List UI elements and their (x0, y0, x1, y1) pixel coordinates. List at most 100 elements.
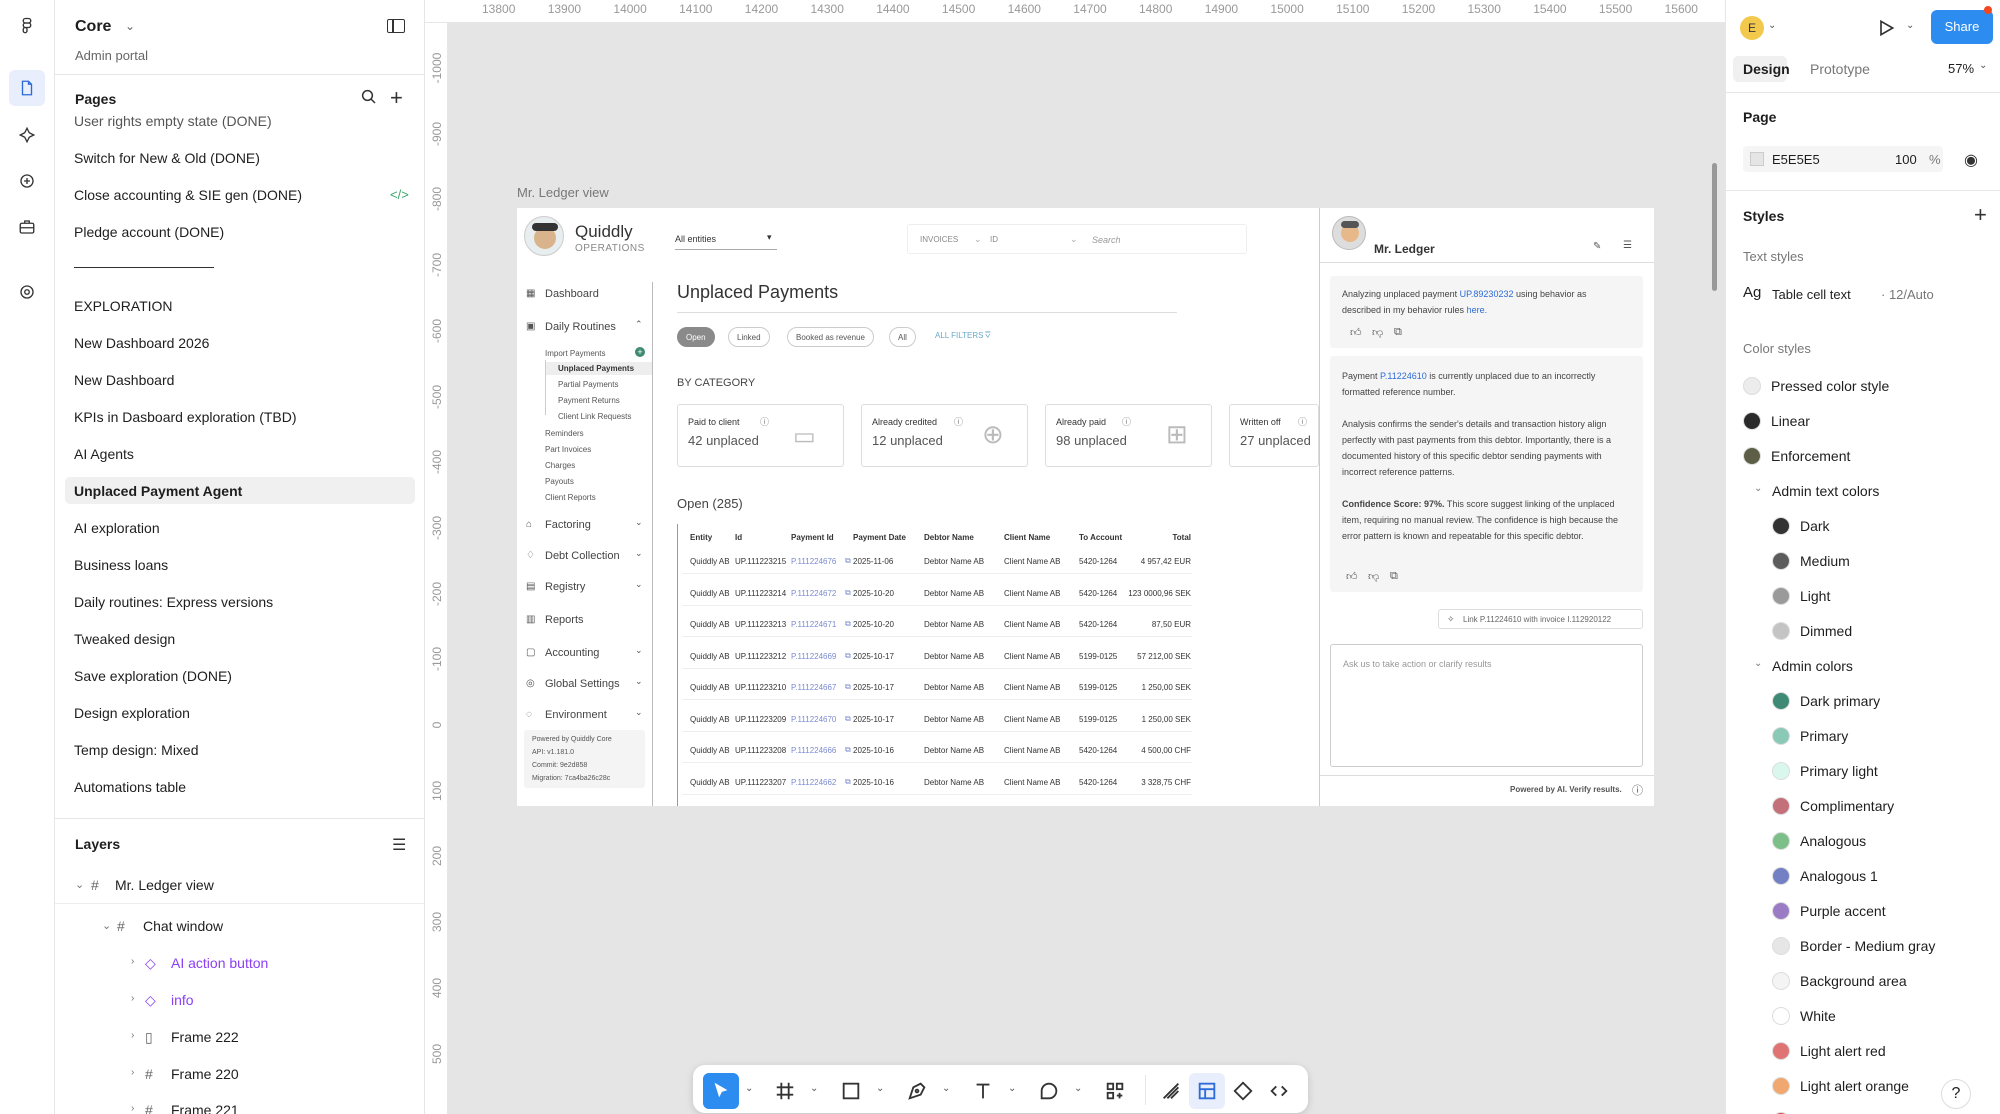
search-icon[interactable] (360, 88, 378, 111)
actions-tool-icon[interactable] (1097, 1073, 1133, 1109)
chevron-down-icon[interactable]: ⌄ (1754, 483, 1762, 494)
category-card[interactable]: Paid to client ⓘ 42 unplaced ▭ (677, 404, 844, 467)
page-opacity[interactable]: 100 (1895, 152, 1917, 167)
nav-sub[interactable]: Client Reports (545, 493, 596, 502)
nav-environment[interactable]: Environment (545, 709, 607, 721)
search-type[interactable]: INVOICES (920, 235, 958, 244)
color-style-name[interactable]: Analogous 1 (1800, 868, 1878, 884)
chevron-down-icon[interactable]: ⌄ (635, 676, 643, 687)
move-tool-icon[interactable] (703, 1073, 739, 1109)
settings-icon[interactable] (14, 279, 40, 305)
color-style-name[interactable]: Enforcement (1771, 448, 1850, 464)
color-style-name[interactable]: White (1800, 1008, 1836, 1024)
column-header[interactable]: Payment Id (791, 533, 834, 542)
pen-tool-icon[interactable] (899, 1073, 935, 1109)
chevron-down-icon[interactable]: ⌄ (635, 517, 643, 528)
dev-mode-icon[interactable] (1261, 1073, 1297, 1109)
add-page-icon[interactable]: + (390, 85, 403, 111)
filter-icon[interactable]: ⩢ (985, 330, 990, 341)
page-item[interactable]: Automations table (74, 779, 186, 795)
color-style-name[interactable]: Dark primary (1800, 693, 1880, 709)
color-style-name[interactable]: Background area (1800, 973, 1907, 989)
color-style-name[interactable]: Light alert red (1800, 1043, 1886, 1059)
color-style-name[interactable]: Primary (1800, 728, 1848, 744)
info-icon[interactable]: ⓘ (1122, 415, 1131, 428)
user-avatar[interactable]: E (1740, 16, 1764, 40)
external-link-icon[interactable]: ⧉ (845, 556, 851, 566)
chevron-down-icon[interactable]: ⌄ (745, 1083, 753, 1094)
chat-input[interactable]: Ask us to take action or clarify results (1330, 644, 1643, 767)
layer-item[interactable]: Frame 222 (171, 1029, 239, 1045)
add-plugin-icon[interactable] (14, 168, 40, 194)
color-swatch[interactable] (1750, 152, 1764, 166)
nav-sub[interactable]: Charges (545, 461, 575, 470)
info-icon[interactable]: ⓘ (1298, 415, 1307, 428)
thumbs-down-icon[interactable]: 👎︎ (1372, 326, 1383, 339)
eye-icon[interactable]: ◉ (1964, 150, 1978, 170)
nav-sub-active[interactable]: Unplaced Payments (558, 364, 634, 373)
page-item[interactable]: New Dashboard (74, 372, 174, 388)
color-style-name[interactable]: Border - Medium gray (1800, 938, 1935, 954)
chevron-down-icon[interactable]: ⌄ (635, 707, 643, 718)
nav-global-settings[interactable]: Global Settings (545, 678, 620, 690)
nav-sub[interactable]: Partial Payments (558, 380, 618, 389)
frame-label[interactable]: Mr. Ledger view (517, 185, 609, 200)
category-card[interactable]: Already credited ⓘ 12 unplaced ⊕ (861, 404, 1028, 467)
frame-tool-icon[interactable] (767, 1073, 803, 1109)
copy-icon[interactable]: ⧉ (1390, 570, 1398, 583)
column-header[interactable]: Total (1147, 533, 1191, 542)
tab-design[interactable]: Design (1743, 61, 1790, 77)
chevron-down-icon[interactable]: ⌄ (942, 1083, 950, 1094)
color-style-name[interactable]: Pressed color style (1771, 378, 1889, 394)
nav-sub[interactable]: Part Invoices (545, 445, 591, 454)
color-style-name[interactable]: Analogous (1800, 833, 1866, 849)
copy-icon[interactable]: ⧉ (1394, 326, 1402, 339)
page-item[interactable]: Design exploration (74, 705, 190, 721)
mr-ledger-frame[interactable]: Quiddly OPERATIONS ▦ Dashboard ▣ Daily R… (517, 208, 1654, 806)
filter-chip-linked[interactable]: Linked (728, 327, 770, 347)
help-button[interactable]: ? (1941, 1079, 1971, 1109)
payment-id-link[interactable]: P.111224670 (791, 715, 836, 724)
search-placeholder[interactable]: Search (1092, 235, 1121, 245)
sidebar-toggle-icon[interactable] (387, 19, 405, 33)
layers-menu-icon[interactable]: ☰ (392, 835, 406, 855)
payment-id-link[interactable]: P.111224662 (791, 778, 836, 787)
chevron-down-icon[interactable]: ⌄ (125, 19, 135, 33)
layer-item[interactable]: Frame 220 (171, 1066, 239, 1082)
chevron-down-icon[interactable]: ⌄ (1754, 658, 1762, 669)
nav-sub[interactable]: Payouts (545, 477, 574, 486)
chevron-down-icon[interactable]: ⌄ (635, 548, 643, 559)
page-item[interactable]: AI Agents (74, 446, 134, 462)
chevron-right-icon[interactable]: › (131, 1067, 134, 1078)
layer-item[interactable]: Mr. Ledger view (115, 877, 214, 893)
color-style-name[interactable]: Medium (1800, 553, 1850, 569)
layer-item[interactable]: Chat window (143, 918, 223, 934)
chevron-right-icon[interactable]: › (131, 993, 134, 1004)
external-link-icon[interactable]: ⧉ (845, 682, 851, 692)
chevron-down-icon[interactable]: ⌄ (102, 919, 111, 932)
color-group-title[interactable]: Admin colors (1772, 658, 1853, 674)
design-mode-icon[interactable] (1189, 1073, 1225, 1109)
nav-dashboard[interactable]: Dashboard (545, 288, 599, 300)
layer-item[interactable]: Frame 221 (171, 1102, 239, 1114)
rectangle-tool-icon[interactable] (833, 1073, 869, 1109)
color-style-name[interactable]: Linear (1771, 413, 1810, 429)
draw-mode-icon[interactable] (1153, 1073, 1189, 1109)
page-item[interactable]: Switch for New & Old (DONE) (74, 150, 260, 166)
external-link-icon[interactable]: ⧉ (845, 619, 851, 629)
nav-sub[interactable]: Reminders (545, 429, 584, 438)
page-item[interactable]: Tweaked design (74, 631, 175, 647)
nav-sub[interactable]: Import Payments (545, 349, 605, 358)
page-item[interactable]: Business loans (74, 557, 168, 573)
chevron-down-icon[interactable]: ⌄ (1008, 1083, 1016, 1094)
color-style-name[interactable]: Dark (1800, 518, 1830, 534)
color-style-name[interactable]: Primary light (1800, 763, 1878, 779)
nav-sub[interactable]: Client Link Requests (558, 412, 631, 421)
layer-item[interactable]: AI action button (171, 955, 268, 971)
column-header[interactable]: Payment Date (853, 533, 906, 542)
all-filters-button[interactable]: ALL FILTERS (935, 331, 983, 340)
nav-debt-collection[interactable]: Debt Collection (545, 550, 620, 562)
page-item[interactable]: New Dashboard 2026 (74, 335, 209, 351)
category-card[interactable]: Already paid ⓘ 98 unplaced ⊞ (1045, 404, 1212, 467)
page-item[interactable]: KPIs in Dasboard exploration (TBD) (74, 409, 297, 425)
